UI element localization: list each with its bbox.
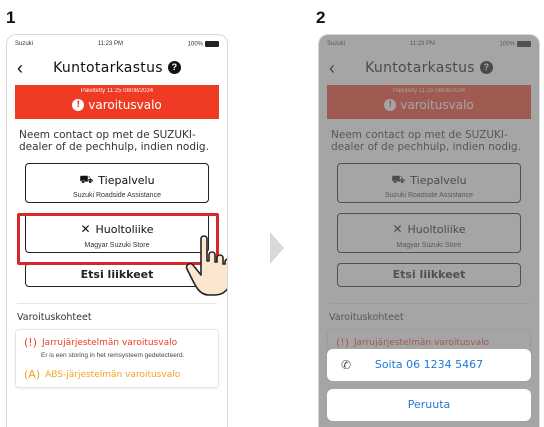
brake-warning-icon: (!) xyxy=(24,336,37,349)
wrench-screwdriver-icon: ✕ xyxy=(80,222,91,236)
step-number-1: 1 xyxy=(6,8,16,27)
next-step-arrow-icon xyxy=(270,232,284,264)
info-text: Neem contact op met de SUZUKI-dealer of … xyxy=(19,129,209,153)
service-button-sub: Magyar Suzuki Store xyxy=(84,242,150,249)
warning-item-abs[interactable]: (A) ABS-järjestelmän varoitusvalo xyxy=(24,368,210,381)
warning-item-label: Jarrujärjestelmän varoitusvalo xyxy=(42,337,178,348)
phone-screen-step-1: Suzuki 11:23 PM 100% ‹ Kuntotarkastus? P… xyxy=(6,34,228,427)
warning-items-heading: Varoituskohteet xyxy=(17,303,217,323)
carrier-label: Suzuki xyxy=(15,41,34,47)
app-header: ‹ Kuntotarkastus? xyxy=(7,53,227,83)
warning-item-brake[interactable]: (!) Jarrujärjestelmän varoitusvalo xyxy=(24,336,210,349)
warning-banner-label: varoitusvalo xyxy=(88,98,162,112)
phone-icon: ✆ xyxy=(341,358,352,372)
time-label: 11:23 PM xyxy=(97,41,123,47)
phone-screen-step-2: Suzuki 11:23 PM 100% ‹ Kuntotarkastus? P… xyxy=(318,34,540,427)
call-button-label: Soita 06 1234 5467 xyxy=(374,358,484,371)
status-bar: Suzuki 11:23 PM 100% xyxy=(7,35,227,53)
warning-banner: Päivitetty 11:25 08/08/2024 !varoitusval… xyxy=(15,85,219,119)
call-button[interactable]: ✆ Soita 06 1234 5467 xyxy=(327,349,531,381)
warning-items-card: (!) Jarrujärjestelmän varoitusvalo Er is… xyxy=(15,329,219,388)
warning-item-desc: Er is een storing in het remsysteem gede… xyxy=(41,352,185,359)
tow-truck-icon: ⛟ xyxy=(79,173,94,186)
chevron-left-icon[interactable]: ‹ xyxy=(17,59,37,77)
battery-icon xyxy=(205,40,219,47)
roadside-assistance-button[interactable]: ⛟ Tiepalvelu Suzuki Roadside Assistance xyxy=(25,163,209,203)
exclamation-icon: ! xyxy=(72,99,85,111)
find-shops-button[interactable]: Etsi liikkeet xyxy=(25,263,209,287)
page-title: Kuntotarkastus xyxy=(53,60,163,76)
service-button-label: Huoltoliike xyxy=(95,222,154,236)
roadside-button-label: Tiepalvelu xyxy=(98,174,155,187)
updated-timestamp: Päivitetty 11:25 08/08/2024 xyxy=(80,88,154,94)
cancel-button[interactable]: Peruuta xyxy=(327,389,531,421)
battery-indicator: 100% xyxy=(188,40,219,47)
abs-warning-icon: (A) xyxy=(24,368,41,381)
question-circle-icon[interactable]: ? xyxy=(167,61,181,75)
warning-item-label: ABS-järjestelmän varoitusvalo xyxy=(45,369,181,380)
roadside-button-sub: Suzuki Roadside Assistance xyxy=(73,192,161,199)
service-shop-button[interactable]: ✕ Huoltoliike Magyar Suzuki Store xyxy=(25,213,209,253)
step-number-2: 2 xyxy=(316,8,326,27)
